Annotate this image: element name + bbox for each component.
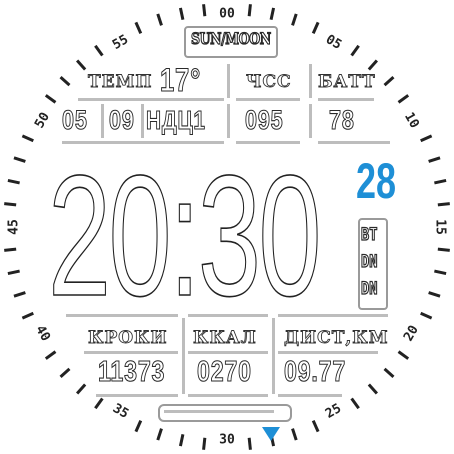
- distance-value: 09.77: [284, 356, 347, 388]
- minute-tick: [434, 269, 447, 276]
- minute-tick: [7, 269, 20, 276]
- minute-label-00: 00: [219, 7, 235, 22]
- minute-tick: [397, 94, 410, 104]
- minute-label-15: 15: [433, 219, 448, 235]
- minute-label-25: 25: [323, 401, 344, 422]
- alarm-status: DN: [360, 279, 378, 299]
- minute-tick: [428, 156, 441, 163]
- minute-tick: [269, 7, 276, 20]
- minute-tick: [21, 134, 34, 143]
- minute-tick: [59, 367, 71, 378]
- seconds-value: 28: [356, 153, 397, 209]
- progress-pill: [158, 404, 292, 422]
- minute-tick: [367, 59, 378, 71]
- minute-tick: [311, 21, 320, 34]
- heart-rate-label: ЧСС: [246, 72, 292, 92]
- weekday-value: НДЦ1: [146, 105, 206, 135]
- minute-tick: [44, 350, 57, 360]
- date-day-value: 05: [62, 105, 88, 135]
- kcal-value: 0270: [197, 356, 252, 388]
- minute-tick: [350, 397, 360, 410]
- steps-label: КРОКИ: [88, 328, 168, 348]
- minute-tick: [4, 202, 17, 207]
- progress-track: [164, 410, 274, 413]
- minute-tick: [247, 4, 252, 17]
- minute-tick: [383, 367, 395, 378]
- minute-tick: [44, 94, 57, 104]
- minute-tick: [420, 134, 433, 143]
- minute-tick: [428, 291, 441, 298]
- pointer-triangle-icon: [262, 427, 280, 441]
- minute-tick: [59, 76, 71, 87]
- minute-label-10: 10: [401, 110, 422, 131]
- heart-rate-value: 095: [245, 105, 284, 135]
- minute-tick: [397, 350, 410, 360]
- battery-label: БАТТ: [318, 72, 376, 92]
- minute-tick: [76, 383, 87, 395]
- minute-tick: [178, 7, 185, 20]
- kcal-label: ККАЛ: [193, 328, 257, 348]
- minute-tick: [156, 13, 163, 26]
- minute-tick: [21, 311, 34, 320]
- minute-tick: [13, 156, 26, 163]
- minute-tick: [311, 420, 320, 433]
- minute-tick: [156, 428, 163, 441]
- minute-tick: [4, 247, 17, 252]
- minute-tick: [202, 4, 207, 17]
- minute-tick: [350, 44, 360, 57]
- minute-tick: [134, 420, 143, 433]
- minute-tick: [76, 59, 87, 71]
- minute-label-30: 30: [219, 433, 235, 448]
- minute-tick: [367, 383, 378, 395]
- minute-label-55: 55: [110, 32, 131, 53]
- minute-label-20: 20: [401, 323, 422, 344]
- minute-tick: [202, 437, 207, 450]
- minute-tick: [437, 247, 450, 252]
- dnd-status: DN: [360, 252, 378, 272]
- minute-tick: [291, 428, 298, 441]
- steps-value: 11373: [98, 356, 166, 388]
- date-month-value: 09: [109, 105, 135, 135]
- minute-tick: [437, 202, 450, 207]
- minute-tick: [291, 13, 298, 26]
- temperature-label: ТЕМП: [88, 72, 153, 92]
- minute-tick: [247, 437, 252, 450]
- minute-tick: [94, 44, 104, 57]
- minute-tick: [13, 291, 26, 298]
- distance-label: ДИСТ,КМ: [284, 328, 389, 348]
- bluetooth-status: BT: [360, 225, 378, 245]
- minute-tick: [178, 434, 185, 447]
- main-time: 20:30: [47, 140, 322, 332]
- minute-tick: [434, 178, 447, 185]
- battery-value: 78: [329, 105, 355, 135]
- temperature-value: 17°: [160, 62, 202, 98]
- sun-moon-label: SUN/MOON: [190, 29, 271, 48]
- minute-label-35: 35: [110, 401, 131, 422]
- minute-label-05: 05: [323, 32, 344, 53]
- minute-tick: [7, 178, 20, 185]
- minute-tick: [383, 76, 395, 87]
- minute-tick: [420, 311, 433, 320]
- minute-label-50: 50: [32, 110, 53, 131]
- minute-tick: [134, 21, 143, 34]
- minute-label-45: 45: [7, 219, 22, 235]
- minute-tick: [94, 397, 104, 410]
